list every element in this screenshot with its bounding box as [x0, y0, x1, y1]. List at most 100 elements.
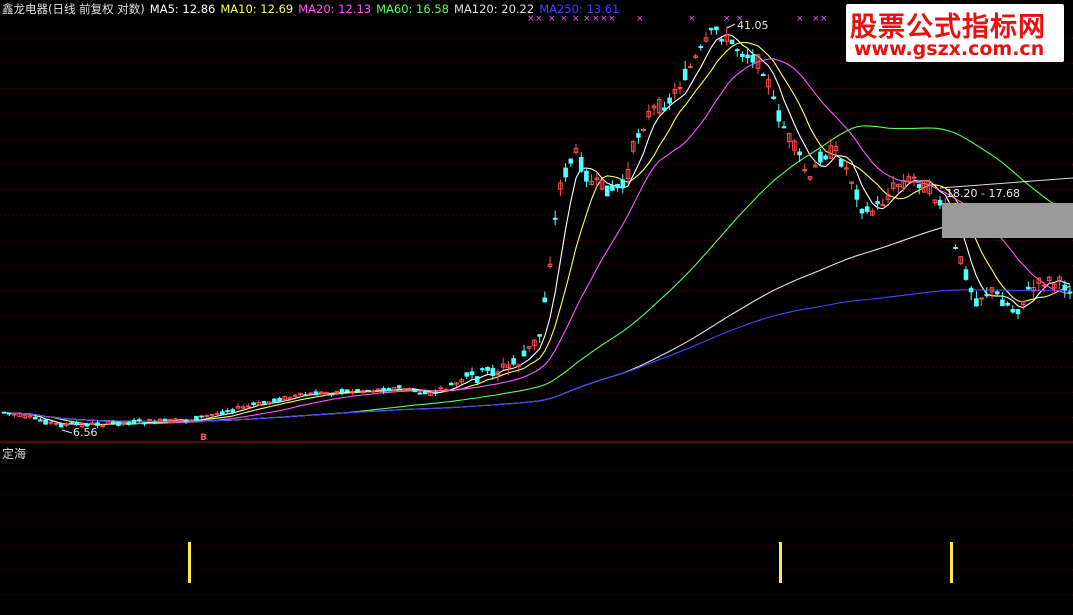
candle-body — [698, 46, 704, 48]
candle-body — [32, 416, 38, 420]
ma250-label: MA250: 13.61 — [539, 2, 620, 16]
candle-body — [110, 421, 116, 424]
candle-body — [1015, 309, 1021, 315]
candle-body — [641, 129, 646, 131]
buy-marker: B — [200, 433, 207, 443]
candle-body — [90, 422, 95, 425]
candle-body — [568, 158, 574, 164]
candle-body — [682, 68, 688, 81]
candle-body — [272, 398, 277, 403]
candle-body — [183, 419, 189, 422]
candle-body — [714, 26, 719, 31]
candle-body — [121, 422, 126, 424]
range-label: 18.20 - 17.68 — [946, 187, 1020, 200]
signal-x-marker: × — [688, 14, 696, 24]
range-info-box — [942, 203, 1073, 238]
candle-body — [719, 38, 724, 42]
chart-title: 鑫龙电器(日线 前复权 对数) — [2, 2, 145, 16]
candle-body — [38, 419, 43, 422]
ma60-label: MA60: 16.58 — [376, 2, 449, 16]
candle-body — [521, 350, 527, 357]
candle-body — [480, 368, 485, 371]
kline-chart-area[interactable]: ×××××××××××××××× 41.056.5618.20 - 17.681… — [0, 0, 1073, 611]
candle-body — [708, 27, 714, 31]
candle-body — [1010, 309, 1016, 313]
candle-body — [277, 398, 282, 402]
candle-body — [448, 382, 454, 386]
candle-body — [1, 411, 7, 414]
candle-body — [859, 209, 865, 214]
candle-body — [438, 387, 444, 390]
candle-body — [27, 415, 33, 418]
candle-body — [214, 412, 220, 415]
candle-body — [563, 167, 568, 178]
candle-body — [199, 415, 204, 418]
candle-body — [838, 158, 844, 167]
candle-body — [880, 204, 886, 207]
candle-body — [490, 367, 496, 376]
candle-body — [303, 394, 308, 397]
candle-body — [953, 247, 958, 249]
candle-body — [142, 422, 147, 425]
candle-body — [209, 413, 215, 416]
candle-body — [370, 390, 376, 393]
candle-body — [511, 358, 516, 365]
candle-body — [386, 388, 392, 392]
candle-body — [667, 97, 672, 104]
candle-body — [974, 298, 979, 307]
ma120-line — [3, 205, 1071, 422]
candle-body — [864, 206, 870, 212]
candle-body — [251, 402, 256, 406]
candle-body — [604, 185, 610, 197]
candle-body — [1005, 302, 1010, 306]
indicator-legend: 鑫龙电器(日线 前复权 对数) MA5: 12.86 MA10: 12.69 MA20… — [2, 1, 624, 17]
candle-body — [225, 410, 230, 413]
candle-body — [147, 418, 152, 421]
candle-body — [740, 53, 745, 57]
candle-body — [968, 287, 974, 293]
candle-body — [355, 389, 360, 392]
candle-body — [1062, 284, 1068, 291]
candle-body — [552, 217, 558, 220]
candle-body — [194, 415, 199, 421]
candle-body — [313, 391, 319, 396]
price-chart-svg[interactable]: ×××××××××××××××× 41.056.5618.20 - 17.681… — [0, 0, 1073, 611]
candle-body — [771, 96, 776, 100]
candle-body — [74, 421, 80, 425]
candle-body — [729, 39, 735, 44]
candle-body — [760, 74, 766, 76]
candle-body — [537, 334, 542, 337]
candle-body — [230, 409, 236, 413]
candle-body — [6, 412, 12, 415]
price-annotations: 41.056.5618.20 - 17.6815.94 15.52B — [61, 19, 1073, 443]
candle-body — [12, 413, 17, 416]
candle-body — [433, 391, 438, 394]
candle-body — [750, 54, 756, 63]
candle-body — [469, 371, 475, 376]
candle-body — [1067, 291, 1073, 294]
signal-x-marker: × — [796, 14, 804, 24]
candle-body — [188, 419, 194, 422]
candle-body — [584, 170, 589, 182]
moving-average-lines — [3, 33, 1071, 426]
candle-body — [578, 157, 584, 172]
candle-body — [615, 184, 620, 189]
high-pointer — [726, 23, 736, 29]
signal-bar — [779, 542, 782, 583]
candle-body — [443, 388, 449, 391]
candle-body — [43, 419, 48, 425]
candle-body — [485, 366, 490, 371]
candle-body — [776, 110, 782, 122]
candle-body — [620, 179, 626, 188]
candle-body — [802, 169, 808, 172]
candle-body — [58, 423, 64, 428]
sub-indicator-label: 定海 — [2, 447, 27, 461]
candle-body — [781, 126, 787, 129]
candle-body — [329, 393, 334, 396]
candle-body — [100, 425, 106, 428]
candle-body — [610, 185, 615, 191]
candle-body — [69, 422, 74, 425]
candle-body — [53, 422, 59, 425]
candle-body — [220, 411, 225, 415]
candle-body — [162, 418, 168, 422]
